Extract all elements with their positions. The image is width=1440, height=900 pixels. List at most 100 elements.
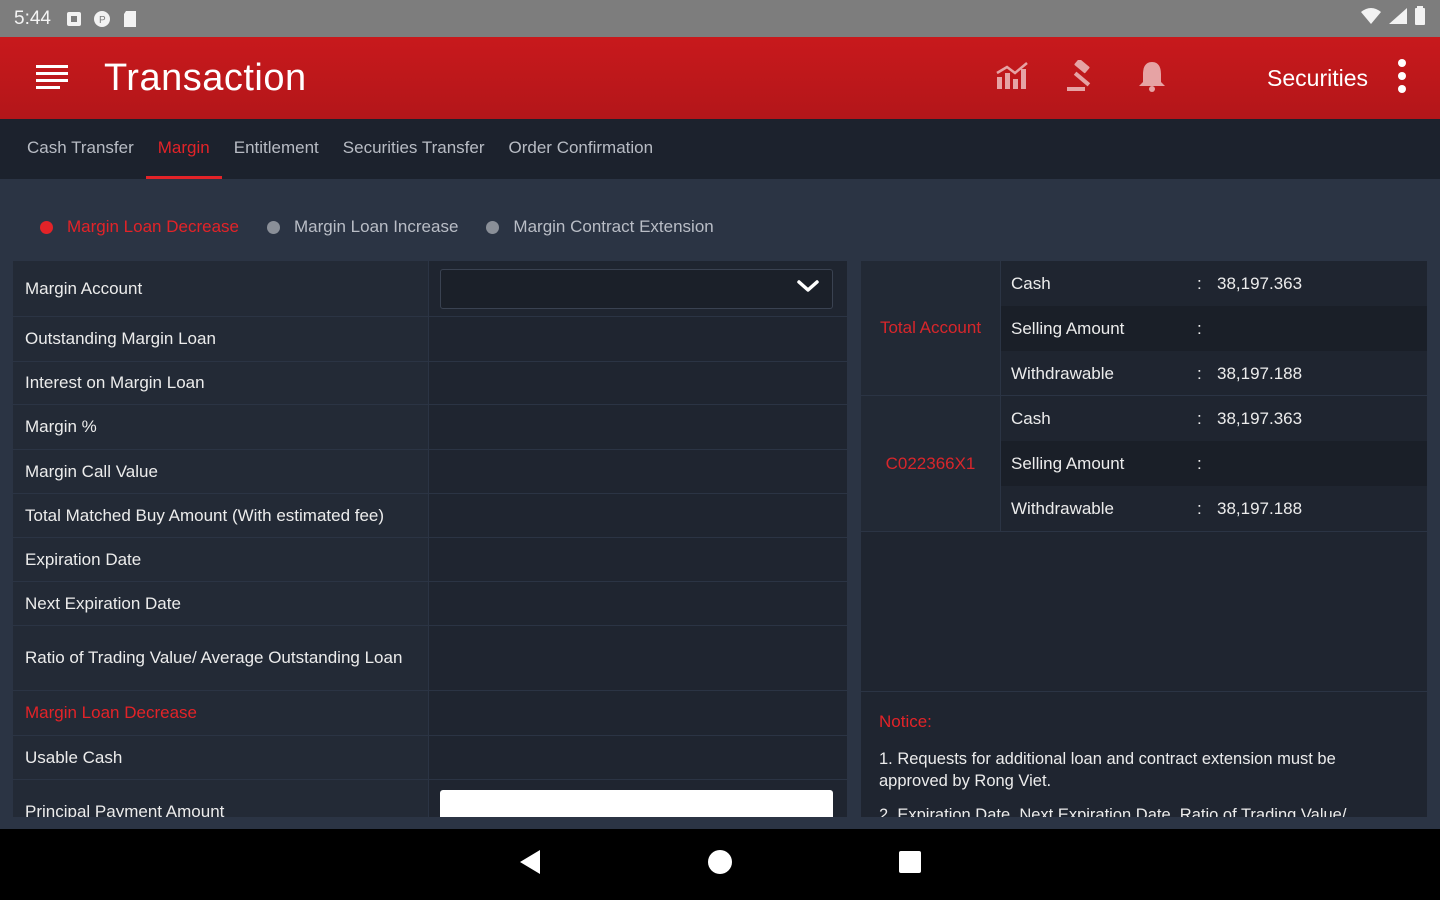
- home-button[interactable]: [700, 845, 740, 885]
- chevron-down-icon: [796, 278, 820, 299]
- total-matched-buy-value: [429, 494, 847, 537]
- usable-cash-value: [429, 736, 847, 779]
- status-time: 5:44: [14, 7, 51, 29]
- radio-label: Margin Loan Decrease: [67, 217, 239, 236]
- tab-entitlement[interactable]: Entitlement: [222, 119, 331, 179]
- radio-selected-icon: [40, 220, 53, 234]
- ratio-trading-value: [429, 626, 847, 690]
- radio-label: Margin Contract Extension: [513, 217, 714, 236]
- table-row: Margin Call Value: [13, 450, 847, 494]
- recents-icon: [898, 850, 922, 879]
- notice-line: 2. Expiration Date, Next Expiration Date…: [879, 806, 1347, 817]
- margin-loan-decrease-section-label: Margin Loan Decrease: [13, 691, 429, 735]
- radio-label: Margin Loan Increase: [293, 217, 459, 236]
- radio-margin-contract-extension[interactable]: Margin Contract Extension: [486, 217, 714, 237]
- table-row: Ratio of Trading Value/ Average Outstand…: [13, 626, 847, 691]
- app-bar: Transaction Securities: [0, 37, 1440, 119]
- margin-call-value: [429, 450, 847, 493]
- radio-unselected-icon: [266, 220, 280, 234]
- account-summary-panel: Total Account Cash: 38,197.363 Selling A…: [861, 261, 1427, 817]
- notifications-button[interactable]: [1117, 37, 1187, 119]
- tab-securities-transfer[interactable]: Securities Transfer: [331, 119, 497, 179]
- status-bar: 5:44 P: [0, 0, 1440, 37]
- menu-button[interactable]: [0, 37, 104, 119]
- recents-button[interactable]: [890, 845, 930, 885]
- back-icon: [518, 848, 542, 881]
- wifi-icon: [1360, 7, 1382, 30]
- interest-on-margin-loan-label: Interest on Margin Loan: [13, 362, 429, 404]
- menu-icon: [35, 62, 69, 95]
- radio-margin-loan-increase[interactable]: Margin Loan Increase: [266, 217, 459, 237]
- next-expiration-date-value: [429, 582, 847, 625]
- notification-icon: [65, 10, 83, 28]
- chart-button[interactable]: [977, 37, 1047, 119]
- system-nav-bar: [0, 829, 1440, 900]
- margin-call-value-label: Margin Call Value: [13, 450, 429, 493]
- table-row: Outstanding Margin Loan: [13, 317, 847, 362]
- usable-cash-label: Usable Cash: [13, 736, 429, 779]
- main-content: Margin Loan Decrease Margin Loan Increas…: [0, 179, 1440, 829]
- auction-icon: [1065, 58, 1099, 97]
- margin-form-table: Margin Account Outstanding Margin Loan I…: [13, 261, 847, 817]
- principal-payment-amount-label: Principal Payment Amount: [13, 780, 429, 817]
- margin-percent-label: Margin %: [13, 405, 429, 449]
- margin-account-label: Margin Account: [13, 261, 429, 316]
- securities-button[interactable]: Securities: [1267, 65, 1368, 92]
- signal-icon: [1388, 7, 1408, 30]
- next-expiration-date-label: Next Expiration Date: [13, 582, 429, 625]
- principal-payment-amount-input[interactable]: [440, 790, 833, 817]
- table-row: Margin %: [13, 405, 847, 450]
- cash-value: 38,197.363: [1217, 408, 1303, 428]
- margin-action-radio-group: Margin Loan Decrease Margin Loan Increas…: [40, 217, 742, 237]
- table-row: Usable Cash: [13, 736, 847, 780]
- chart-icon: [994, 61, 1030, 96]
- table-row: Margin Account: [13, 261, 847, 317]
- list-item: Withdrawable: 38,197.188: [1001, 486, 1427, 531]
- outstanding-margin-loan-value: [429, 317, 847, 361]
- list-item: Selling Amount:: [1001, 441, 1427, 486]
- total-matched-buy-label: Total Matched Buy Amount (With estimated…: [13, 494, 429, 537]
- account-block-subaccount: C022366X1 Cash: 38,197.363 Selling Amoun…: [861, 396, 1427, 532]
- list-item: Cash: 38,197.363: [1001, 396, 1427, 441]
- ratio-trading-label: Ratio of Trading Value/ Average Outstand…: [13, 626, 429, 690]
- expiration-date-label: Expiration Date: [13, 538, 429, 581]
- tab-order-confirmation[interactable]: Order Confirmation: [497, 119, 666, 179]
- list-item: Cash: 38,197.363: [1001, 261, 1427, 306]
- svg-text:P: P: [99, 15, 106, 26]
- app-notification-icon: P: [93, 10, 111, 28]
- more-vert-icon: [1397, 58, 1407, 98]
- table-row: Expiration Date: [13, 538, 847, 582]
- withdrawable-value: 38,197.188: [1217, 363, 1303, 383]
- page-title: Transaction: [104, 56, 307, 99]
- list-item: Withdrawable: 38,197.188: [1001, 351, 1427, 396]
- sd-card-icon: [121, 10, 139, 28]
- table-row: Margin Loan Decrease: [13, 691, 847, 736]
- list-item: Selling Amount:: [1001, 306, 1427, 351]
- radio-unselected-icon: [486, 220, 500, 234]
- auction-button[interactable]: [1047, 37, 1117, 119]
- notice-line: 1. Requests for additional loan and cont…: [879, 750, 1336, 790]
- margin-percent-value: [429, 405, 847, 449]
- notice-title: Notice:: [879, 712, 932, 731]
- table-row: Principal Payment Amount: [13, 780, 847, 817]
- expiration-date-value: [429, 538, 847, 581]
- radio-margin-loan-decrease[interactable]: Margin Loan Decrease: [40, 217, 239, 237]
- account-name: Total Account: [861, 261, 1001, 395]
- tab-bar: Cash Transfer Margin Entitlement Securit…: [0, 119, 1440, 179]
- back-button[interactable]: [510, 845, 550, 885]
- table-row: Next Expiration Date: [13, 582, 847, 626]
- cash-value: 38,197.363: [1217, 273, 1303, 293]
- account-name: C022366X1: [861, 396, 1001, 531]
- bell-icon: [1137, 60, 1167, 97]
- interest-on-margin-loan-value: [429, 362, 847, 404]
- battery-icon: [1414, 6, 1426, 31]
- table-row: Interest on Margin Loan: [13, 362, 847, 405]
- account-block-total: Total Account Cash: 38,197.363 Selling A…: [861, 261, 1427, 396]
- tab-cash-transfer[interactable]: Cash Transfer: [15, 119, 146, 179]
- tab-margin[interactable]: Margin: [145, 119, 222, 179]
- margin-account-select[interactable]: [440, 268, 833, 309]
- withdrawable-value: 38,197.188: [1217, 498, 1303, 518]
- outstanding-margin-loan-label: Outstanding Margin Loan: [13, 317, 429, 361]
- notice-box: Notice: 1. Requests for additional loan …: [861, 691, 1427, 817]
- more-options-button[interactable]: [1380, 37, 1424, 119]
